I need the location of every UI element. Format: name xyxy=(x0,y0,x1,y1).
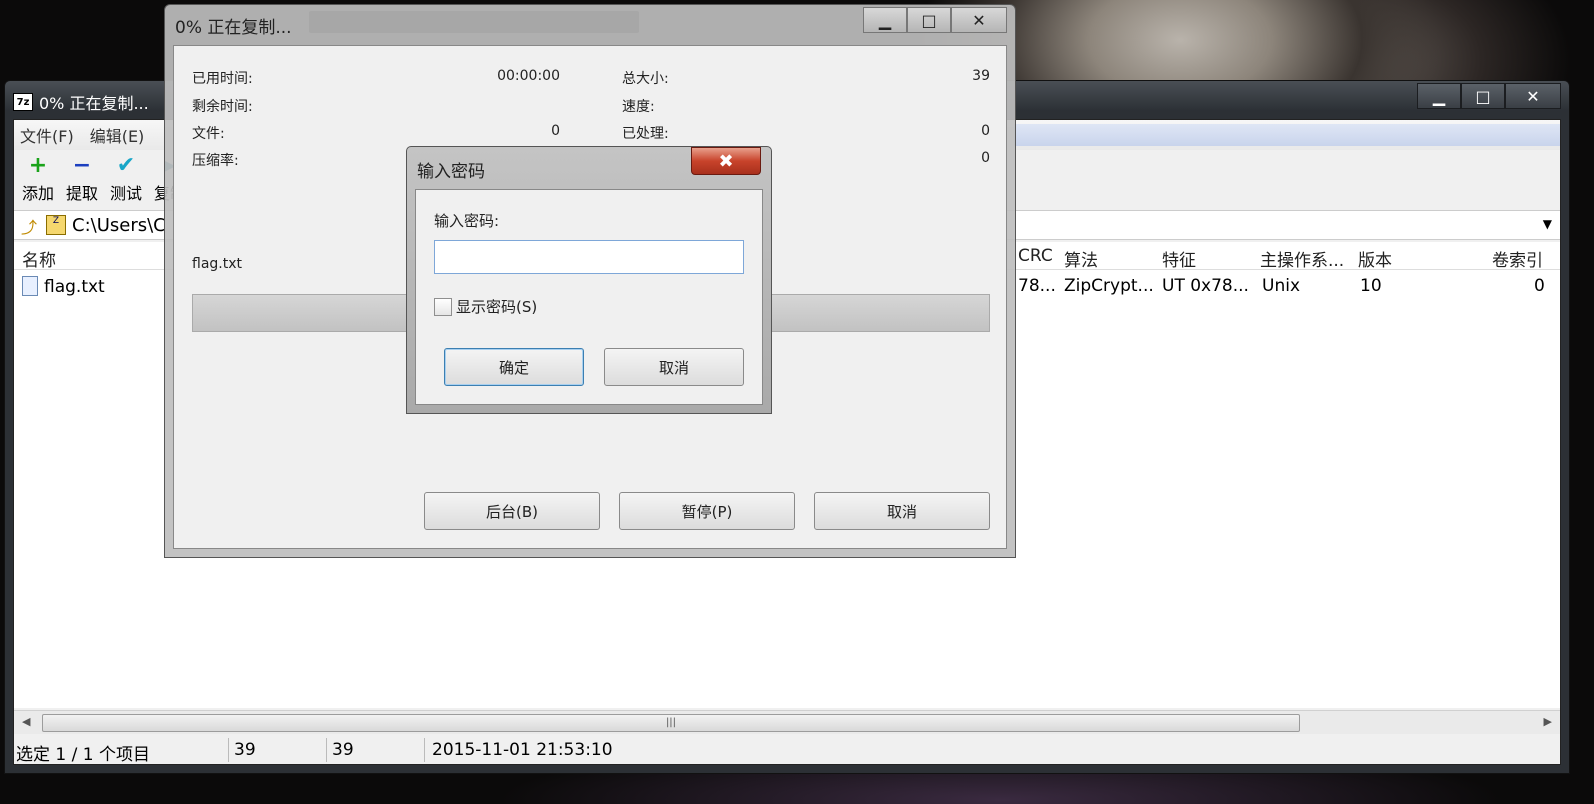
minimize-button[interactable]: ▁ xyxy=(863,7,907,33)
zip-folder-icon: Z xyxy=(46,215,66,235)
menu-bar-highlight xyxy=(1014,124,1560,146)
row-name: flag.txt xyxy=(22,276,105,297)
scroll-left-icon[interactable]: ◀ xyxy=(22,715,30,728)
column-host-os[interactable]: 主操作系... xyxy=(1260,246,1344,271)
row-crc: 78... xyxy=(1018,276,1056,296)
status-modified: 2015-11-01 21:53:10 xyxy=(432,740,613,760)
add-button[interactable]: + 添加 xyxy=(18,150,58,208)
total-size-label: 总大小: xyxy=(622,71,669,87)
close-button[interactable]: ✕ xyxy=(1505,83,1561,109)
progress-window-title: 0% 正在复制... xyxy=(175,18,292,38)
ok-button[interactable]: 确定 xyxy=(444,348,584,386)
column-version[interactable]: 版本 xyxy=(1358,246,1392,271)
show-password-checkbox[interactable]: 显示密码(S) xyxy=(434,296,537,317)
text-file-icon xyxy=(22,276,38,296)
processed-value: 0 xyxy=(981,123,990,139)
cancel-button[interactable]: 取消 xyxy=(814,492,990,530)
address-path: C:\Users\C xyxy=(72,214,166,236)
progress-caption-buttons: ▁ □ ✕ xyxy=(863,7,1007,33)
status-divider xyxy=(228,738,229,762)
status-bar: 选定 1 / 1 个项目 39 39 2015-11-01 21:53:10 xyxy=(14,736,1560,765)
password-dialog-title: 输入密码 xyxy=(417,162,485,182)
password-dialog: 输入密码 ✖ 输入密码: 显示密码(S) 确定 取消 xyxy=(406,146,772,414)
status-size: 39 xyxy=(234,740,256,760)
row-volume-index: 0 xyxy=(1534,276,1545,296)
close-button[interactable]: ✖ xyxy=(691,147,761,175)
maximize-button[interactable]: □ xyxy=(907,7,951,33)
total-size-value: 39 xyxy=(972,68,990,84)
password-label: 输入密码: xyxy=(434,212,500,230)
menu-edit[interactable]: 编辑(E) xyxy=(90,123,145,147)
remaining-label: 剩余时间: xyxy=(192,99,253,115)
7zip-app-icon: 7z xyxy=(13,93,33,111)
status-packed: 39 xyxy=(332,740,354,760)
status-divider xyxy=(424,738,425,762)
column-name[interactable]: 名称 xyxy=(22,246,56,271)
extract-icon: − xyxy=(72,152,92,178)
pause-button[interactable]: 暂停(P) xyxy=(619,492,795,530)
column-method[interactable]: 算法 xyxy=(1064,246,1098,271)
column-crc[interactable]: CRC xyxy=(1018,246,1053,266)
files-label: 文件: xyxy=(192,126,225,142)
add-icon: + xyxy=(28,152,48,178)
status-divider xyxy=(326,738,327,762)
horizontal-scrollbar[interactable]: ◀ ||| ▶ xyxy=(14,710,1560,734)
close-icon: ✖ xyxy=(718,150,734,172)
password-input[interactable] xyxy=(434,240,744,274)
folder-up-icon[interactable]: ⤴ xyxy=(18,214,40,237)
ratio-label: 压缩率: xyxy=(192,153,239,169)
row-host-os: Unix xyxy=(1262,276,1301,296)
row-version: 10 xyxy=(1360,276,1382,296)
maximize-button[interactable]: □ xyxy=(1461,83,1505,109)
password-dialog-client: 输入密码: 显示密码(S) 确定 取消 xyxy=(415,189,763,405)
background-button[interactable]: 后台(B) xyxy=(424,492,600,530)
test-label: 测试 xyxy=(109,184,142,203)
speed-label: 速度: xyxy=(622,99,655,115)
chevron-down-icon[interactable]: ▼ xyxy=(1543,217,1552,231)
cancel-button[interactable]: 取消 xyxy=(604,348,744,386)
elapsed-value: 00:00:00 xyxy=(497,68,560,84)
scrollbar-thumb[interactable]: ||| xyxy=(42,714,1300,732)
column-volume-index[interactable]: 卷索引 xyxy=(1492,246,1543,271)
row-method: ZipCrypt... xyxy=(1064,276,1154,296)
taskbar-ghost xyxy=(309,11,639,33)
checkbox-box[interactable] xyxy=(434,297,452,316)
test-button[interactable]: ✔ 测试 xyxy=(106,150,146,208)
extract-label: 提取 xyxy=(65,184,98,203)
column-characteristics[interactable]: 特征 xyxy=(1162,246,1196,271)
processed-label: 已处理: xyxy=(622,126,669,142)
extract-button[interactable]: − 提取 xyxy=(62,150,102,208)
main-window-title: 0% 正在复制... xyxy=(39,94,149,113)
minimize-button[interactable]: ▁ xyxy=(1417,83,1461,109)
elapsed-label: 已用时间: xyxy=(192,71,253,87)
status-selection: 选定 1 / 1 个项目 xyxy=(16,745,150,765)
main-window-titlebar: 7z 0% 正在复制... xyxy=(13,89,149,115)
show-password-label: 显示密码(S) xyxy=(456,298,538,316)
packed-size-value: 0 xyxy=(981,150,990,166)
close-button[interactable]: ✕ xyxy=(951,7,1007,33)
current-file: flag.txt xyxy=(192,256,242,272)
test-icon: ✔ xyxy=(116,152,136,178)
menu-file[interactable]: 文件(F) xyxy=(20,123,74,147)
files-value: 0 xyxy=(551,123,560,139)
add-label: 添加 xyxy=(21,184,54,203)
scroll-right-icon[interactable]: ▶ xyxy=(1544,715,1552,728)
main-window-caption-buttons: ▁ □ ✕ xyxy=(1417,83,1561,109)
row-characteristics: UT 0x78... xyxy=(1162,276,1249,296)
